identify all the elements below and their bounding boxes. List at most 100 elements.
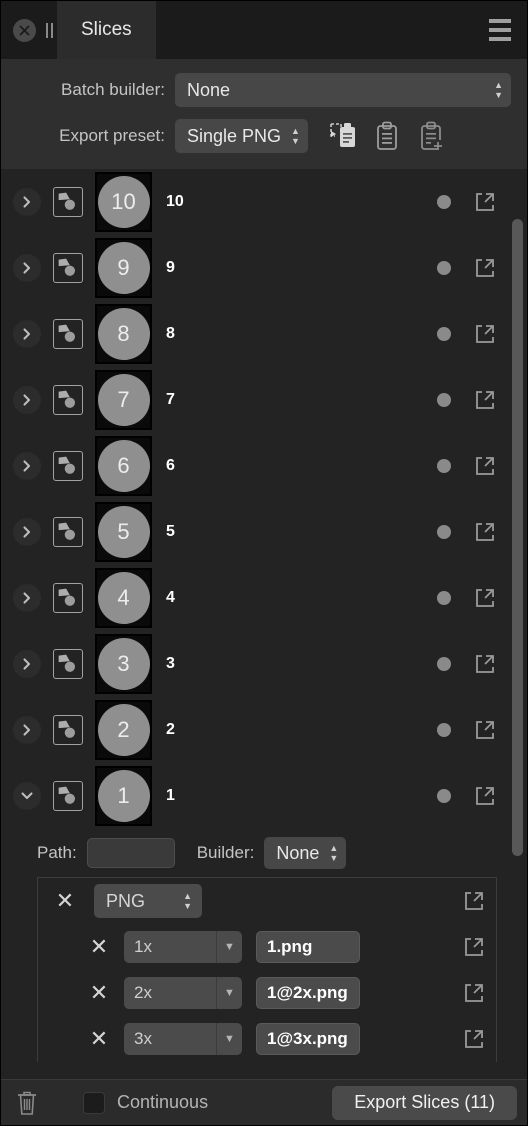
slice-thumbnail[interactable]: 2 (95, 700, 152, 760)
scale-select[interactable]: 1x ▼ (124, 931, 242, 963)
add-preset-icon[interactable] (416, 120, 446, 152)
filename-input[interactable]: 1@3x.png (256, 1023, 360, 1055)
slice-thumbnail[interactable]: 1 (95, 766, 152, 826)
copy-preset-icon[interactable] (372, 120, 402, 152)
slice-thumbnail[interactable]: 10 (95, 172, 152, 232)
slice-name: 5 (166, 523, 175, 540)
vertical-scrollbar[interactable] (512, 219, 523, 856)
open-external-icon[interactable] (473, 388, 497, 412)
slice-status-dot[interactable] (437, 393, 451, 407)
layer-thumbnail-icon (53, 649, 83, 679)
open-external-icon[interactable] (462, 1027, 486, 1051)
close-circle-icon[interactable] (13, 18, 36, 42)
open-external-icon[interactable] (473, 718, 497, 742)
slice-thumbnail[interactable]: 5 (95, 502, 152, 562)
disclosure-expand-button[interactable] (13, 188, 41, 216)
batch-builder-select[interactable]: None ▲ ▼ (175, 73, 511, 107)
slice-status-dot[interactable] (437, 657, 451, 671)
disclosure-collapse-button[interactable] (13, 782, 41, 810)
open-external-icon[interactable] (473, 454, 497, 478)
slice-detail-top-row: Path: Builder: None ▲ ▼ (1, 829, 527, 877)
pause-icon[interactable] (46, 22, 53, 38)
disclosure-expand-button[interactable] (13, 254, 41, 282)
slice-thumbnail[interactable]: 7 (95, 370, 152, 430)
slice-status-dot[interactable] (437, 261, 451, 275)
filename-value: 1@2x.png (267, 983, 348, 1002)
slices-list[interactable]: 10 10 9 9 8 8 7 7 6 6 5 5 4 4 3 3 2 2 1 1 Path: Builder: None ▲… (1, 169, 527, 1079)
slice-row[interactable]: 44 (1, 565, 527, 631)
builder-select[interactable]: None ▲ ▼ (264, 837, 347, 869)
slice-row[interactable]: 66 (1, 433, 527, 499)
path-input[interactable] (86, 838, 175, 868)
disclosure-expand-button[interactable] (13, 518, 41, 546)
slice-thumbnail[interactable]: 9 (95, 238, 152, 298)
open-external-icon[interactable] (473, 520, 497, 544)
open-external-icon[interactable] (473, 256, 497, 280)
slice-row[interactable]: 11 (1, 763, 527, 829)
slice-thumbnail[interactable]: 6 (95, 436, 152, 496)
tab-bar-left-icons (1, 1, 53, 59)
slice-row[interactable]: 77 (1, 367, 527, 433)
slice-row[interactable]: 22 (1, 697, 527, 763)
open-external-icon[interactable] (473, 784, 497, 808)
filename-value: 1.png (267, 937, 313, 956)
slice-status-dot[interactable] (437, 591, 451, 605)
continuous-toggle[interactable]: Continuous (83, 1091, 208, 1114)
slice-thumbnail[interactable]: 3 (95, 634, 152, 694)
slice-status-dot[interactable] (437, 195, 451, 209)
apply-preset-icon[interactable] (328, 120, 358, 152)
trash-icon[interactable] (15, 1089, 39, 1117)
open-external-icon[interactable] (462, 981, 486, 1005)
slice-thumbnail[interactable]: 4 (95, 568, 152, 628)
slice-status-dot[interactable] (437, 789, 451, 803)
disclosure-expand-button[interactable] (13, 452, 41, 480)
chevron-updown-icon: ▲ ▼ (329, 842, 339, 863)
open-external-icon[interactable] (473, 190, 497, 214)
export-slices-label: Export Slices (11) (354, 1092, 495, 1112)
open-external-icon[interactable] (473, 322, 497, 346)
hamburger-menu-icon[interactable] (489, 19, 527, 41)
slice-status-dot[interactable] (437, 723, 451, 737)
continuous-checkbox[interactable] (83, 1091, 105, 1114)
open-external-icon[interactable] (473, 652, 497, 676)
disclosure-expand-button[interactable] (13, 320, 41, 348)
filename-input[interactable]: 1@2x.png (256, 977, 360, 1009)
slice-row[interactable]: 55 (1, 499, 527, 565)
slice-row[interactable]: 10 10 (1, 169, 527, 235)
remove-scale-button[interactable]: ✕ (88, 982, 110, 1004)
slice-row[interactable]: 88 (1, 301, 527, 367)
slice-status-dot[interactable] (437, 327, 451, 341)
disclosure-expand-button[interactable] (13, 386, 41, 414)
scale-select[interactable]: 2x ▼ (124, 977, 242, 1009)
slice-thumbnail[interactable]: 8 (95, 304, 152, 364)
slice-name: 9 (166, 259, 175, 276)
open-external-icon[interactable] (473, 586, 497, 610)
slice-row[interactable]: 33 (1, 631, 527, 697)
tab-slices[interactable]: Slices (57, 1, 156, 59)
slice-thumbnail-label: 6 (97, 440, 150, 492)
disclosure-expand-button[interactable] (13, 650, 41, 678)
slice-thumbnail-label: 3 (97, 638, 150, 690)
remove-format-button[interactable]: ✕ (54, 890, 76, 912)
slice-name: 1 (166, 787, 175, 804)
export-slices-button[interactable]: Export Slices (11) (332, 1085, 517, 1120)
remove-scale-button[interactable]: ✕ (88, 936, 110, 958)
open-external-icon[interactable] (462, 889, 486, 913)
slice-status-dot[interactable] (437, 459, 451, 473)
slice-name: 6 (166, 457, 175, 474)
filename-input[interactable]: 1.png (256, 931, 360, 963)
remove-scale-button[interactable]: ✕ (88, 1028, 110, 1050)
slice-thumbnail-label: 8 (97, 308, 150, 360)
slice-detail-panel: Path: Builder: None ▲ ▼ ✕ PNG ▲ ▼ ✕ 1x ▼ 1.png ✕ 2x ▼ 1@… (1, 829, 527, 1062)
disclosure-expand-button[interactable] (13, 716, 41, 744)
scale-select[interactable]: 3x ▼ (124, 1023, 242, 1055)
slice-name: 7 (166, 391, 175, 408)
path-label: Path: (37, 843, 77, 862)
slice-thumbnail-label: 5 (97, 506, 150, 558)
export-preset-select[interactable]: Single PNG ▲ ▼ (175, 119, 308, 153)
open-external-icon[interactable] (462, 935, 486, 959)
slice-status-dot[interactable] (437, 525, 451, 539)
slice-row[interactable]: 99 (1, 235, 527, 301)
disclosure-expand-button[interactable] (13, 584, 41, 612)
format-select[interactable]: PNG ▲ ▼ (94, 884, 202, 918)
